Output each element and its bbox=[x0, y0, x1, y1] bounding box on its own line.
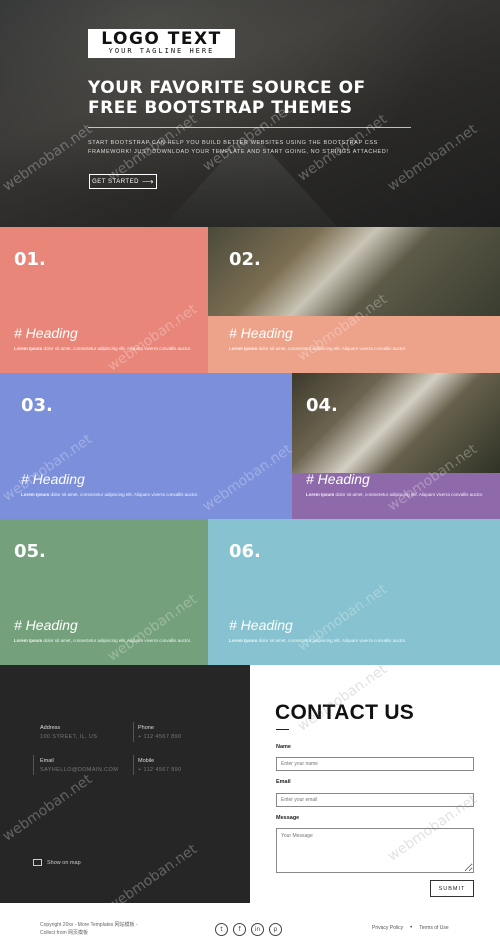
info-divider bbox=[133, 755, 134, 775]
address-label: Address bbox=[40, 725, 61, 731]
tile-number: 06. bbox=[229, 541, 261, 562]
tile-number: 02. bbox=[229, 249, 261, 270]
logo-text: LOGO TEXT bbox=[101, 29, 222, 49]
facebook-icon[interactable]: f bbox=[233, 923, 246, 936]
tile-text: Lorem Ipsum dolor sit amet, consectetur … bbox=[14, 346, 192, 351]
show-on-map-link[interactable]: Show on map bbox=[33, 859, 81, 866]
tile-heading: # Heading bbox=[14, 325, 78, 341]
mobile-block: Mobile + 112 4567 890 bbox=[138, 758, 182, 773]
hero-headline: YOUR FAVORITE SOURCE OF FREE BOOTSTRAP T… bbox=[88, 78, 366, 118]
feature-tile-05[interactable]: 05. # Heading Lorem Ipsum dolor sit amet… bbox=[0, 519, 208, 665]
mobile-label: Mobile bbox=[138, 758, 155, 764]
feature-tile-03[interactable]: 03. # Heading Lorem Ipsum dolor sit amet… bbox=[0, 373, 292, 519]
message-textarea[interactable] bbox=[276, 828, 474, 873]
tile-heading: # Heading bbox=[14, 617, 78, 633]
address-block: Address 100 STREET, IL, US bbox=[40, 725, 97, 740]
logo-tagline: YOUR TAGLINE HERE bbox=[108, 47, 215, 55]
phone-label: Phone bbox=[138, 725, 154, 731]
arrow-right-icon: ⟶ bbox=[141, 176, 154, 186]
submit-button[interactable]: SUBMIT bbox=[430, 880, 474, 897]
tile-text: Lorem Ipsum dolor sit amet, consectetur … bbox=[229, 638, 407, 643]
info-divider bbox=[33, 755, 34, 775]
copyright-text: Copyright 20xx - More Templates 网站模板 - C… bbox=[40, 922, 138, 936]
show-on-map-label: Show on map bbox=[47, 859, 81, 866]
phone-value[interactable]: + 112 4567 890 bbox=[138, 734, 182, 740]
tile-heading: # Heading bbox=[21, 471, 85, 487]
name-input[interactable] bbox=[276, 757, 474, 771]
terms-of-use-link[interactable]: Terms of Use bbox=[419, 925, 448, 931]
separator-dot: • bbox=[410, 925, 413, 931]
name-label: Name bbox=[276, 744, 291, 750]
tile-text: Lorem Ipsum dolor sit amet, consectetur … bbox=[229, 346, 407, 351]
social-links: t f in p bbox=[215, 923, 282, 936]
contact-title: CONTACT US bbox=[275, 701, 415, 724]
tile-photo-couple-bench bbox=[292, 373, 500, 473]
tile-number: 01. bbox=[14, 249, 46, 270]
pinterest-icon[interactable]: p bbox=[269, 923, 282, 936]
tile-number: 05. bbox=[14, 541, 46, 562]
get-started-button[interactable]: GET STARTED ⟶ bbox=[89, 174, 157, 189]
logo[interactable]: LOGO TEXT YOUR TAGLINE HERE bbox=[88, 29, 235, 58]
hero-divider bbox=[88, 127, 411, 128]
feature-tile-04[interactable]: 04. # Heading Lorem Ipsum dolor sit amet… bbox=[292, 373, 500, 519]
tile-heading: # Heading bbox=[229, 325, 293, 341]
tile-text: Lorem Ipsum dolor sit amet, consectetur … bbox=[306, 492, 484, 497]
email-label: Email bbox=[40, 758, 54, 764]
email-block: Email SAYHELLO@DOMAIN.COM bbox=[40, 758, 118, 773]
contact-info-panel bbox=[0, 665, 250, 903]
tile-heading: # Heading bbox=[306, 471, 370, 487]
feature-tile-02[interactable]: 02. # Heading Lorem Ipsum dolor sit amet… bbox=[208, 227, 500, 373]
hero-section: LOGO TEXT YOUR TAGLINE HERE YOUR FAVORIT… bbox=[0, 0, 500, 230]
twitter-icon[interactable]: t bbox=[215, 923, 228, 936]
privacy-policy-link[interactable]: Privacy Policy bbox=[372, 925, 403, 931]
phone-block: Phone + 112 4567 890 bbox=[138, 725, 182, 740]
page: LOGO TEXT YOUR TAGLINE HERE YOUR FAVORIT… bbox=[0, 0, 500, 948]
email-field-label: Email bbox=[276, 779, 291, 785]
map-icon bbox=[33, 859, 42, 866]
tile-heading: # Heading bbox=[229, 617, 293, 633]
address-value: 100 STREET, IL, US bbox=[40, 734, 98, 740]
tile-number: 04. bbox=[306, 395, 338, 416]
tile-number: 03. bbox=[21, 395, 53, 416]
get-started-label: GET STARTED bbox=[92, 178, 139, 185]
footer-links: Privacy Policy • Terms of Use bbox=[372, 925, 449, 931]
hero-description: START BOOTSTRAP CAN HELP YOU BUILD BETTE… bbox=[88, 140, 389, 155]
email-value[interactable]: SAYHELLO@DOMAIN.COM bbox=[40, 767, 118, 773]
contact-title-underline bbox=[276, 729, 289, 730]
info-divider bbox=[133, 722, 134, 742]
tile-text: Lorem Ipsum dolor sit amet, consectetur … bbox=[21, 492, 199, 497]
tile-photo-couple-bench bbox=[208, 227, 500, 316]
feature-tile-06[interactable]: 06. # Heading Lorem Ipsum dolor sit amet… bbox=[208, 519, 500, 665]
message-label: Message bbox=[276, 815, 300, 821]
email-input[interactable] bbox=[276, 793, 474, 807]
mobile-value[interactable]: + 112 4567 890 bbox=[138, 767, 182, 773]
feature-tile-01[interactable]: 01. # Heading Lorem Ipsum dolor sit amet… bbox=[0, 227, 208, 373]
tile-text: Lorem Ipsum dolor sit amet, consectetur … bbox=[14, 638, 192, 643]
linkedin-icon[interactable]: in bbox=[251, 923, 264, 936]
